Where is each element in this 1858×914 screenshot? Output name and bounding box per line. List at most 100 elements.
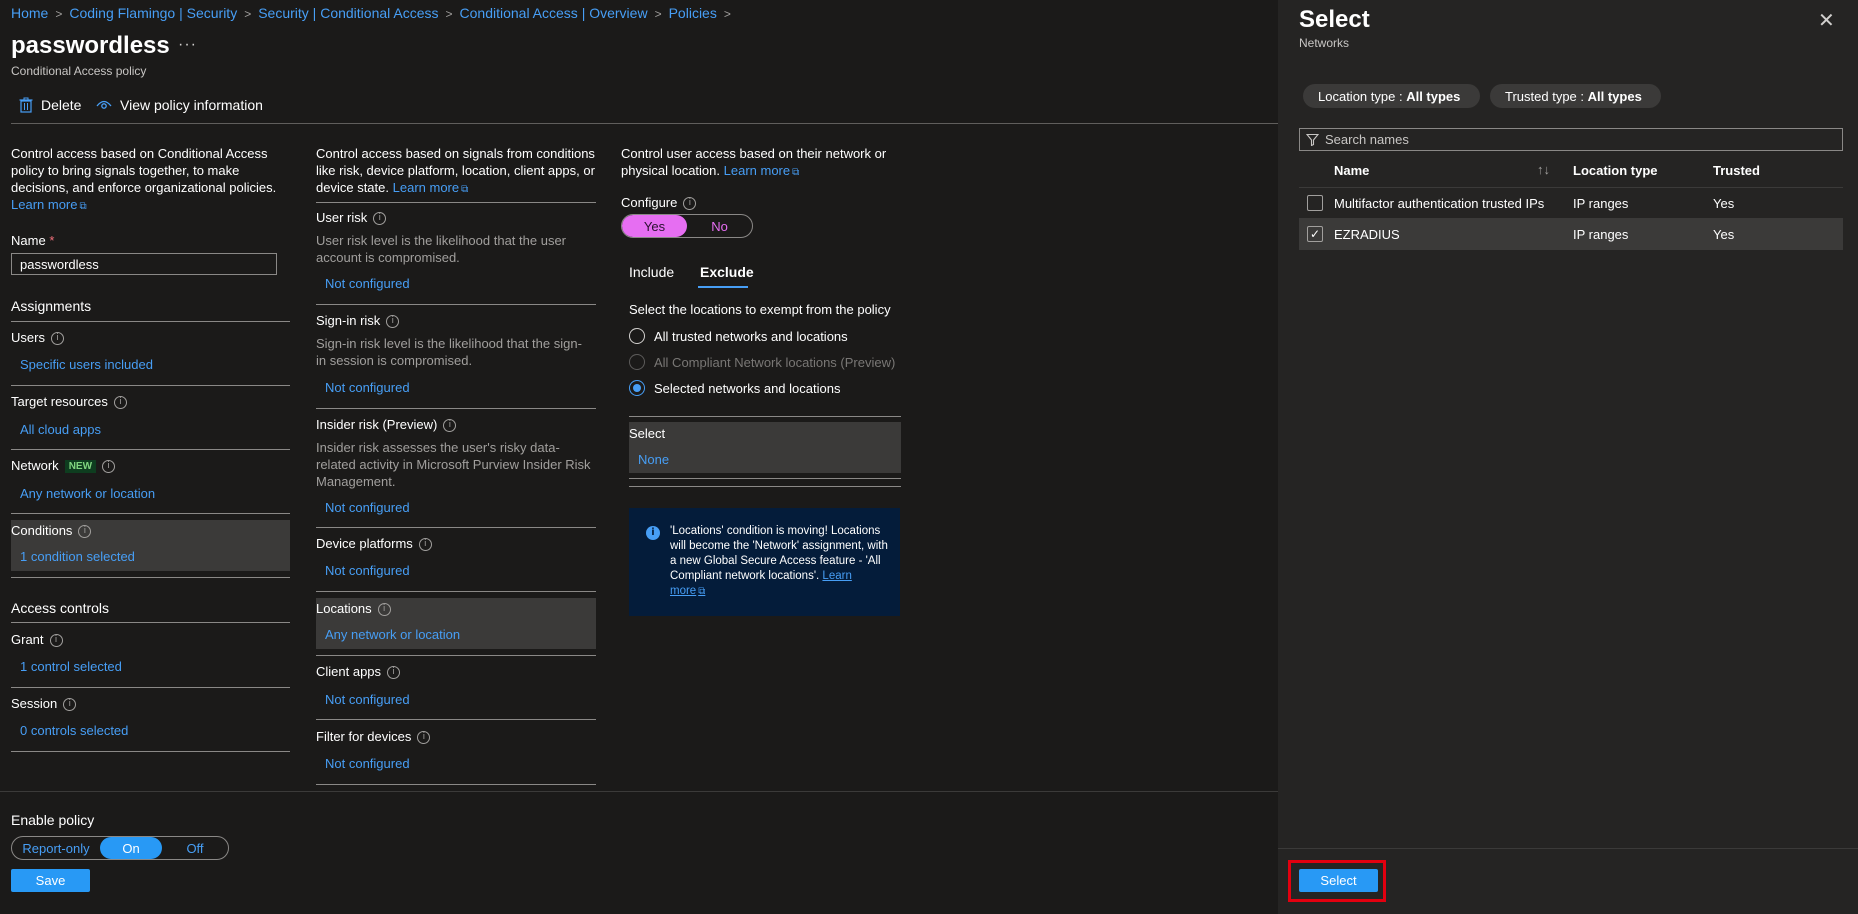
configure-label-text: Configure — [621, 195, 678, 210]
divider — [11, 577, 290, 578]
close-icon[interactable]: ✕ — [1818, 8, 1835, 33]
row-checkbox[interactable] — [1307, 195, 1323, 211]
radio-circle — [629, 354, 645, 370]
signin-risk-row[interactable]: Sign-in risk i Sign-in risk level is the … — [316, 313, 596, 401]
select-networks-row[interactable]: Select None — [629, 422, 901, 473]
learn-more-link[interactable]: Learn more ⧉ — [724, 163, 800, 178]
client-apps-row[interactable]: Client apps i Not configured — [316, 664, 596, 712]
off-option[interactable]: Off — [162, 837, 228, 859]
on-option[interactable]: On — [100, 837, 162, 859]
learn-more-label: Learn more — [392, 180, 460, 195]
conditions-label: Conditions — [11, 523, 73, 538]
search-box[interactable] — [1299, 128, 1843, 151]
enable-policy-toggle[interactable]: Report-only On Off — [11, 836, 229, 860]
chevron-right-icon: > — [723, 7, 731, 21]
select-button[interactable]: Select — [1299, 869, 1378, 892]
divider — [11, 687, 290, 688]
row-checkbox-checked[interactable]: ✓ — [1307, 226, 1323, 242]
filter-devices-row[interactable]: Filter for devices i Not configured — [316, 729, 596, 777]
delete-button[interactable]: Delete — [19, 97, 81, 113]
toolbar-divider — [11, 123, 1278, 124]
page-subtitle: Conditional Access policy — [11, 64, 147, 78]
exempt-label: Select the locations to exempt from the … — [629, 302, 891, 317]
policy-description-text: Control access based on Conditional Acce… — [11, 146, 277, 195]
name-field[interactable] — [11, 253, 277, 275]
users-label: Users — [11, 330, 45, 345]
info-icon: i — [646, 526, 660, 540]
view-policy-info-button[interactable]: View policy information — [96, 97, 263, 113]
report-only-option[interactable]: Report-only — [12, 837, 100, 859]
location-type-filter[interactable]: Location type : All types — [1303, 84, 1480, 108]
info-icon: i — [418, 538, 432, 552]
divider — [316, 202, 596, 203]
required-asterisk: * — [49, 233, 55, 248]
external-link-icon: ⧉ — [79, 201, 87, 212]
info-icon: i — [78, 525, 92, 539]
column-header-location-type[interactable]: Location type — [1573, 163, 1658, 178]
table-row[interactable]: ✓ EZRADIUS IP ranges Yes — [1299, 219, 1843, 250]
breadcrumb-overview[interactable]: Conditional Access | Overview — [460, 5, 648, 21]
user-risk-description: User risk level is the likelihood that t… — [316, 233, 567, 265]
divider — [316, 784, 596, 785]
breadcrumb-conditional-access[interactable]: Security | Conditional Access — [258, 5, 438, 21]
grant-row[interactable]: Grant i 1 control selected — [11, 632, 290, 686]
radio-compliant-label: All Compliant Network locations (Preview… — [654, 354, 896, 370]
users-row[interactable]: Users i Specific users included — [11, 330, 290, 384]
breadcrumb-policies[interactable]: Policies — [669, 5, 717, 21]
configure-toggle[interactable]: Yes No — [621, 214, 753, 238]
learn-more-link[interactable]: Learn more ⧉ — [11, 197, 87, 212]
radio-selected-networks[interactable]: Selected networks and locations — [629, 380, 840, 396]
configure-yes-option[interactable]: Yes — [622, 215, 687, 237]
device-platforms-row[interactable]: Device platforms i Not configured — [316, 536, 596, 584]
divider — [629, 486, 901, 487]
external-link-icon: ⧉ — [461, 184, 469, 195]
radio-all-trusted[interactable]: All trusted networks and locations — [629, 328, 848, 344]
save-button[interactable]: Save — [11, 869, 90, 892]
assignments-heading: Assignments — [11, 298, 92, 314]
new-badge: NEW — [64, 460, 97, 474]
divider — [629, 416, 901, 417]
signin-risk-description: Sign-in risk level is the likelihood tha… — [316, 336, 582, 368]
conditions-row[interactable]: Conditions i 1 condition selected — [11, 520, 290, 571]
divider — [629, 478, 901, 479]
learn-more-label: Learn more — [11, 197, 78, 212]
column-header-trusted[interactable]: Trusted — [1713, 163, 1760, 178]
insider-risk-row[interactable]: Insider risk (Preview) i Insider risk ass… — [316, 417, 596, 522]
tab-include[interactable]: Include — [629, 264, 674, 280]
locations-value: Any network or location — [325, 627, 461, 642]
access-controls-heading: Access controls — [11, 600, 110, 616]
breadcrumb-home[interactable]: Home — [11, 5, 48, 21]
info-icon: i — [443, 419, 457, 433]
session-row[interactable]: Session i 0 controls selected — [11, 696, 290, 750]
network-row[interactable]: Network NEW i Any network or location — [11, 458, 290, 512]
signin-risk-label: Sign-in risk — [316, 313, 381, 328]
bottom-divider — [0, 791, 1278, 792]
network-value: Any network or location — [20, 486, 156, 501]
view-policy-info-label: View policy information — [120, 97, 263, 113]
chevron-right-icon: > — [445, 7, 453, 21]
filter-devices-value: Not configured — [325, 756, 410, 771]
radio-all-trusted-label: All trusted networks and locations — [654, 328, 848, 344]
locations-row[interactable]: Locations i Any network or location — [316, 598, 596, 649]
info-icon: i — [417, 731, 431, 745]
table-row[interactable]: Multifactor authentication trusted IPs I… — [1299, 188, 1843, 219]
trusted-type-filter[interactable]: Trusted type : All types — [1490, 84, 1661, 108]
user-risk-label: User risk — [316, 210, 368, 225]
grant-value: 1 control selected — [20, 659, 122, 674]
target-resources-label: Target resources — [11, 394, 108, 409]
divider — [316, 719, 596, 720]
ellipsis-icon[interactable]: ··· — [178, 36, 197, 54]
sort-icon[interactable]: ↑↓ — [1537, 162, 1550, 177]
device-platforms-label: Device platforms — [316, 536, 413, 551]
signin-risk-value: Not configured — [325, 380, 410, 395]
configure-no-option[interactable]: No — [687, 215, 752, 237]
learn-more-link[interactable]: Learn more ⧉ — [393, 180, 469, 195]
tab-exclude[interactable]: Exclude — [700, 264, 754, 280]
column-header-name[interactable]: Name — [1334, 163, 1369, 178]
users-value: Specific users included — [20, 357, 153, 372]
breadcrumb-security[interactable]: Coding Flamingo | Security — [69, 5, 237, 21]
target-resources-row[interactable]: Target resources i All cloud apps — [11, 394, 290, 448]
trash-icon — [19, 97, 33, 113]
user-risk-row[interactable]: User risk i User risk level is the likeli… — [316, 210, 596, 298]
search-names-input[interactable] — [1325, 132, 1825, 147]
